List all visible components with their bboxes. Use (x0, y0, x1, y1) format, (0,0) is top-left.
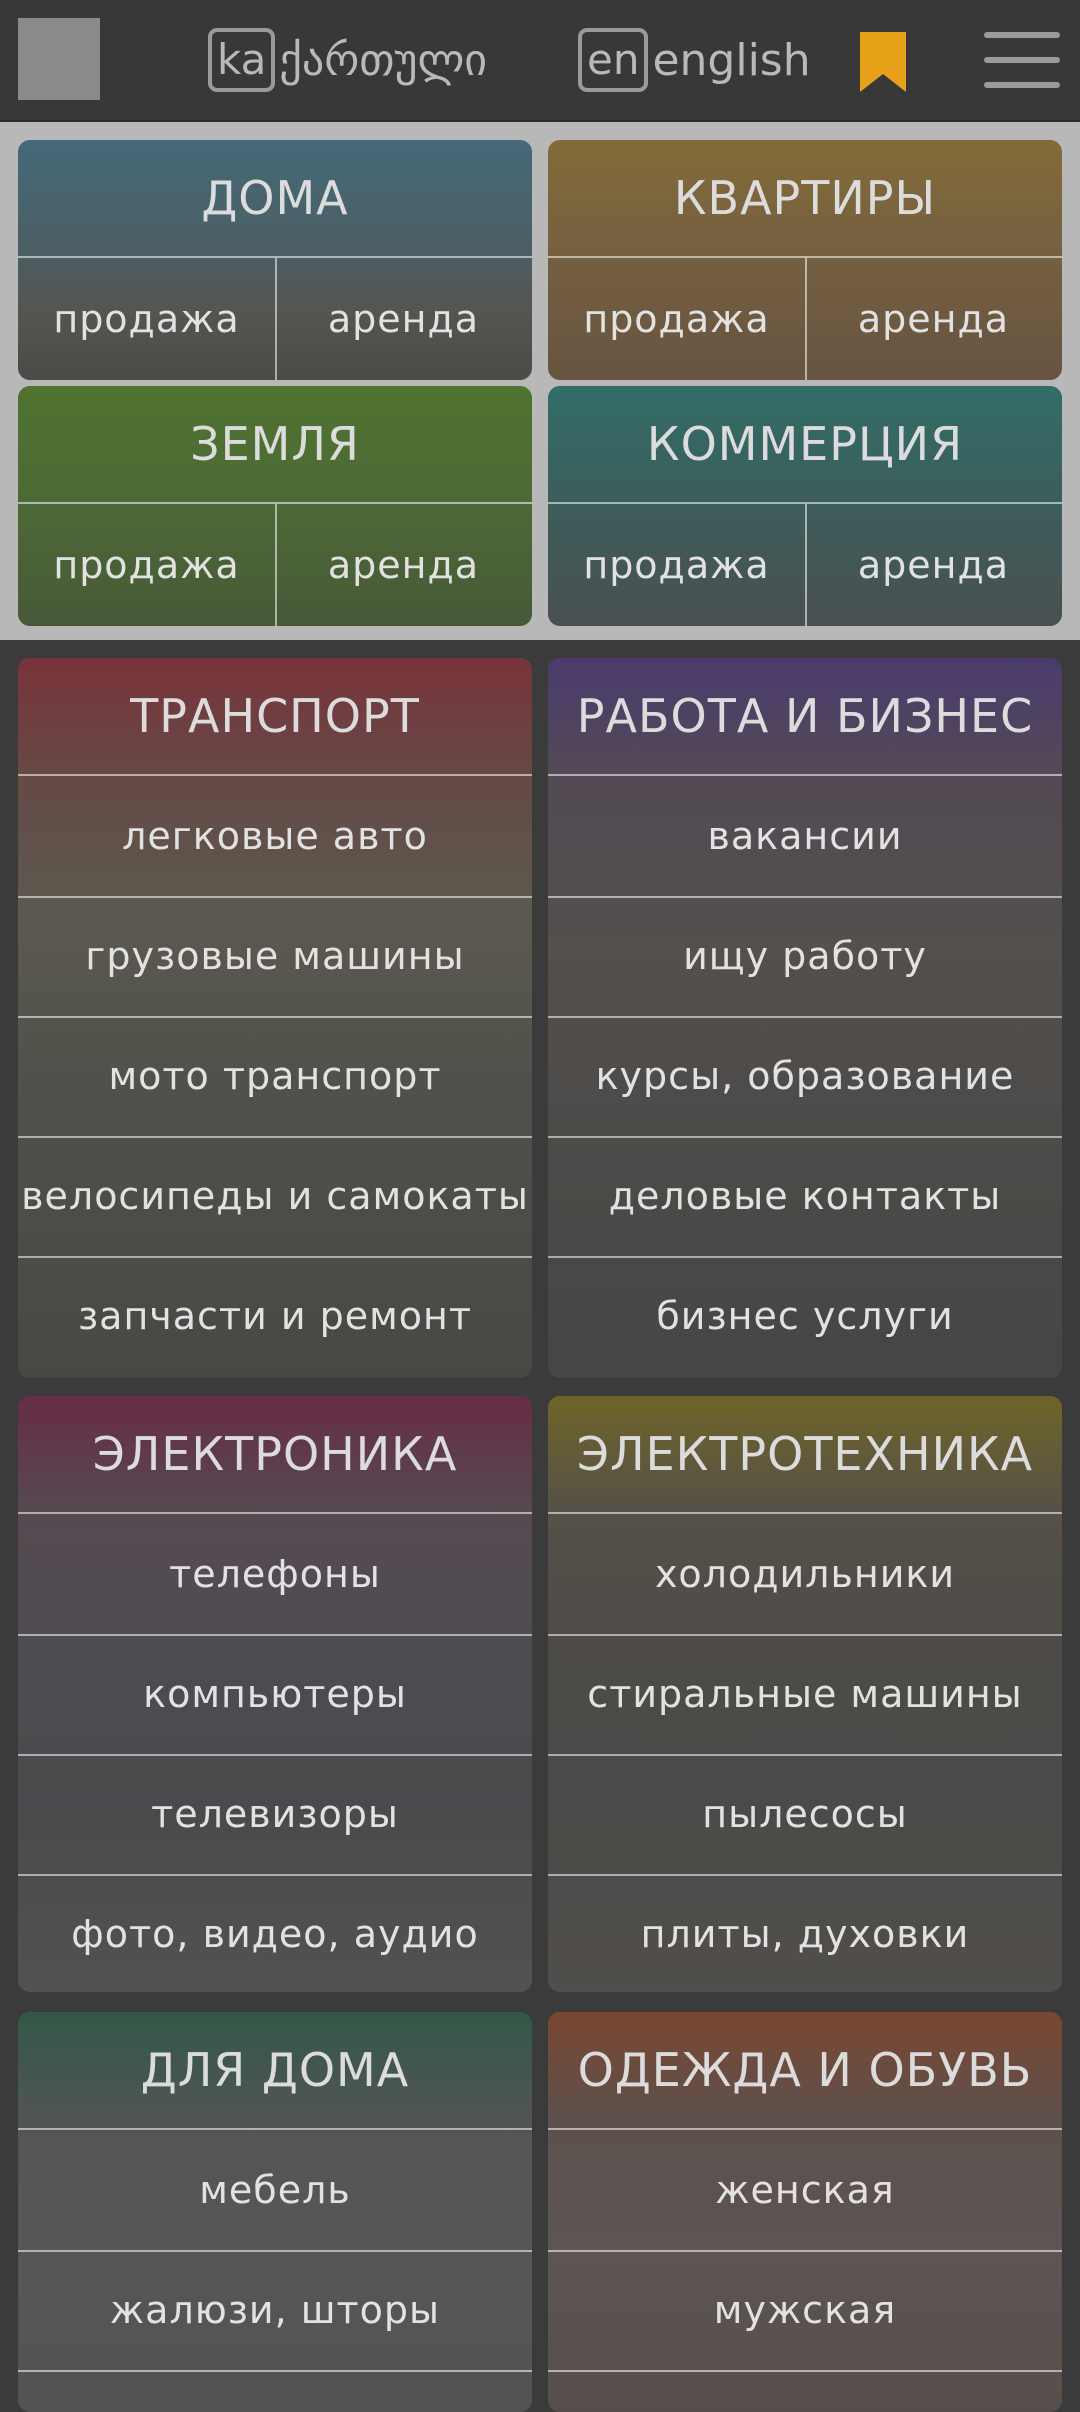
category-link[interactable]: стиральные машины (548, 1634, 1062, 1756)
category-card-home: ДЛЯ ДОМА мебель жалюзи, шторы (18, 2012, 532, 2412)
category-link[interactable]: жалюзи, шторы (18, 2250, 532, 2372)
category-card-transport: ТРАНСПОРТ легковые авто грузовые машины … (18, 658, 532, 1378)
language-english[interactable]: en english (578, 28, 811, 92)
category-card-work: РАБОТА И БИЗНЕС вакансии ищу работу курс… (548, 658, 1062, 1378)
language-georgian[interactable]: ka ქართული (208, 28, 487, 92)
category-title-clothes[interactable]: ОДЕЖДА И ОБУВЬ (548, 2012, 1062, 2130)
category-link[interactable]: запчасти и ремонт (18, 1256, 532, 1376)
language-code-en: en (578, 28, 649, 92)
category-link[interactable]: деловые контакты (548, 1136, 1062, 1258)
realty-title-land[interactable]: ЗЕМЛЯ (18, 386, 532, 504)
realty-commercial-rent-link[interactable]: аренда (805, 504, 1062, 626)
category-title-appliances[interactable]: ЭЛЕКТРОТЕХНИКА (548, 1396, 1062, 1514)
category-title-home[interactable]: ДЛЯ ДОМА (18, 2012, 532, 2130)
category-card-appliances: ЭЛЕКТРОТЕХНИКА холодильники стиральные м… (548, 1396, 1062, 1992)
realty-land-sale-link[interactable]: продажа (18, 504, 277, 626)
realty-land-rent-link[interactable]: аренда (275, 504, 532, 626)
realty-houses-rent-link[interactable]: аренда (275, 258, 532, 380)
category-link[interactable]: компьютеры (18, 1634, 532, 1756)
realty-title-apartments[interactable]: КВАРТИРЫ (548, 140, 1062, 258)
realty-commercial-sale-link[interactable]: продажа (548, 504, 807, 626)
realty-houses-sale-link[interactable]: продажа (18, 258, 277, 380)
category-link[interactable]: плиты, духовки (548, 1874, 1062, 1992)
category-link[interactable]: мото транспорт (18, 1016, 532, 1138)
category-link[interactable]: холодильники (548, 1514, 1062, 1636)
category-link[interactable]: телефоны (18, 1514, 532, 1636)
realty-card-houses: ДОМА продажа аренда (18, 140, 532, 380)
language-code-ka: ka (208, 28, 276, 92)
category-title-transport[interactable]: ТРАНСПОРТ (18, 658, 532, 776)
realty-title-commercial[interactable]: КОММЕРЦИЯ (548, 386, 1062, 504)
category-link[interactable]: бизнес услуги (548, 1256, 1062, 1376)
top-bar: ka ქართული en english (0, 0, 1080, 122)
language-label-en: english (652, 34, 811, 86)
category-title-electronics[interactable]: ЭЛЕКТРОНИКА (18, 1396, 532, 1514)
category-title-work[interactable]: РАБОТА И БИЗНЕС (548, 658, 1062, 776)
category-link[interactable]: фото, видео, аудио (18, 1874, 532, 1992)
category-link[interactable]: пылесосы (548, 1754, 1062, 1876)
category-link[interactable]: мебель (18, 2130, 532, 2252)
language-label-ka: ქართული (279, 34, 488, 86)
category-card-electronics: ЭЛЕКТРОНИКА телефоны компьютеры телевизо… (18, 1396, 532, 1992)
category-link[interactable]: ищу работу (548, 896, 1062, 1018)
category-link[interactable]: женская (548, 2130, 1062, 2252)
category-link[interactable]: телевизоры (18, 1754, 532, 1876)
category-link[interactable]: курсы, образование (548, 1016, 1062, 1138)
category-link[interactable]: грузовые машины (18, 896, 532, 1018)
category-link[interactable]: мужская (548, 2250, 1062, 2372)
realty-apartments-sale-link[interactable]: продажа (548, 258, 807, 380)
category-card-clothes: ОДЕЖДА И ОБУВЬ женская мужская (548, 2012, 1062, 2412)
site-logo[interactable] (18, 18, 100, 100)
category-link[interactable]: легковые авто (18, 776, 532, 898)
hamburger-menu-icon[interactable] (984, 32, 1060, 88)
realty-card-apartments: КВАРТИРЫ продажа аренда (548, 140, 1062, 380)
category-link[interactable]: велосипеды и самокаты (18, 1136, 532, 1258)
realty-card-commercial: КОММЕРЦИЯ продажа аренда (548, 386, 1062, 626)
realty-card-land: ЗЕМЛЯ продажа аренда (18, 386, 532, 626)
realty-apartments-rent-link[interactable]: аренда (805, 258, 1062, 380)
bookmark-icon[interactable] (858, 30, 908, 94)
category-link[interactable]: вакансии (548, 776, 1062, 898)
realty-title-houses[interactable]: ДОМА (18, 140, 532, 258)
